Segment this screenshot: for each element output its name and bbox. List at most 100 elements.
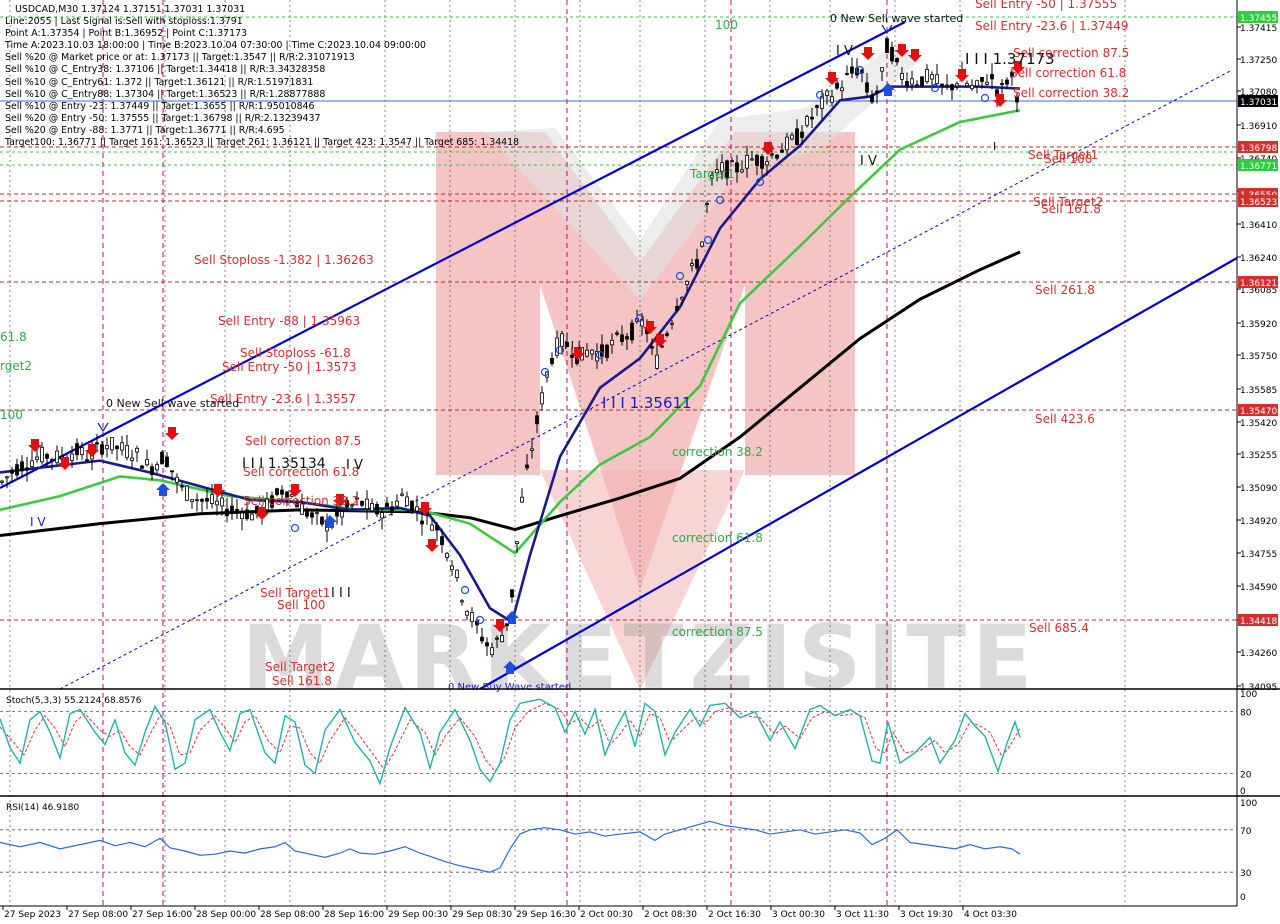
wave-label: 0 New Sell wave started <box>106 397 239 410</box>
candle-body <box>765 161 769 166</box>
candle-body <box>110 437 114 451</box>
candle-body <box>85 459 89 462</box>
candle-body <box>980 76 984 82</box>
candle-body <box>440 536 444 546</box>
candle-body <box>900 73 904 80</box>
candle-body <box>515 541 519 544</box>
candle-body <box>150 466 154 476</box>
candle-body <box>220 497 224 507</box>
sell-level-label: Sell correction 38.2 <box>243 494 359 508</box>
candle-body <box>455 569 459 579</box>
target-level-label: correction 61.8 <box>672 531 763 545</box>
candle-body <box>375 504 379 515</box>
price-tick-label: 1.35920 <box>1240 320 1277 330</box>
candle-body <box>945 84 949 87</box>
price-tick-label: 1.37415 <box>1240 24 1277 34</box>
candle <box>885 37 889 54</box>
candle-body <box>535 415 539 425</box>
info-line: Target100: 1.36771 || Target 161: 1.3652… <box>5 137 520 149</box>
rsi-tick-label: 100 <box>1240 799 1257 809</box>
candle-body <box>410 500 414 511</box>
rsi-label: RSI(14) 46.9180 <box>6 803 79 813</box>
candle-body <box>910 78 914 85</box>
candle-body <box>115 445 119 450</box>
candle-body <box>895 58 899 63</box>
price-tag-label: 1.37031 <box>1240 98 1277 108</box>
time-tick-label: 3 Oct 19:30 <box>900 910 953 920</box>
candle-body <box>185 485 189 501</box>
candle-body <box>215 500 219 506</box>
candle-body <box>785 136 789 151</box>
wave-label-blue: I I I 1.35611 <box>602 394 692 412</box>
candle-body <box>305 511 309 517</box>
candle-body <box>225 508 229 517</box>
candle-body <box>840 87 844 92</box>
candle <box>630 319 634 344</box>
candle-body <box>170 470 174 473</box>
stoch-tick-label: 100 <box>1240 690 1257 700</box>
candle-body <box>95 442 99 445</box>
candle-body <box>235 509 239 511</box>
candle-body <box>880 67 884 72</box>
price-tag-label: 1.34418 <box>1240 617 1277 627</box>
candle-body <box>180 485 184 488</box>
time-tick-label: 27 Sep 2023 <box>4 910 61 920</box>
chart-title: USDCAD,M30 1.37124 1.37151 1.37031 1.370… <box>15 4 246 15</box>
wave-label: 0 New Sell wave started <box>830 12 963 25</box>
sell-level-label: Sell correction 61.8 <box>1010 66 1126 80</box>
candle-body <box>510 589 514 598</box>
candle-body <box>660 345 664 348</box>
time-tick-label: 2 Oct 08:30 <box>644 910 697 920</box>
candle-body <box>570 354 574 358</box>
price-tag-label: 1.36771 <box>1240 162 1277 172</box>
candle-body <box>805 116 809 126</box>
candle-body <box>810 116 814 120</box>
candle-body <box>870 95 874 103</box>
candle-body <box>105 445 109 450</box>
sell-level-label: Sell 161.8 <box>1041 202 1101 216</box>
wave-label: I I I <box>331 586 351 601</box>
candle-body <box>925 69 929 83</box>
candle-body <box>705 203 709 205</box>
candle-body <box>75 443 79 456</box>
candle-body <box>445 552 449 558</box>
candle-body <box>520 496 524 503</box>
time-tick-label: 3 Oct 11:30 <box>836 910 889 920</box>
info-line: Sell %10 @ C_Entry61: 1.372 || Target:1.… <box>5 76 314 88</box>
candle-body <box>245 509 249 520</box>
candle-body <box>935 74 939 84</box>
candle-body <box>1000 83 1004 85</box>
candle-body <box>920 76 924 86</box>
candle-body <box>195 499 199 502</box>
candle-body <box>360 500 364 506</box>
candle-body <box>415 506 419 512</box>
wave-label: I V <box>346 458 363 473</box>
candle-body <box>140 465 144 469</box>
candle-body <box>145 459 149 466</box>
signal-info-panel: USDCAD,M30 1.37124 1.37151 1.37031 1.370… <box>0 0 520 149</box>
candle-body <box>340 511 344 518</box>
info-line: Sell %10 @ C_Entry88: 1.37304 || Target:… <box>5 88 326 100</box>
candle-body <box>875 90 879 93</box>
candle-body <box>905 81 909 86</box>
sell-level-label: Sell correction 87.5 <box>245 434 361 448</box>
candle-body <box>30 460 34 467</box>
candle-body <box>400 493 404 496</box>
candle-body <box>20 461 24 472</box>
sell-level-label: Sell Stoploss -61.8 <box>240 346 351 360</box>
time-tick-label: 2 Oct 00:30 <box>580 910 633 920</box>
candle-body <box>500 635 504 643</box>
info-line: Line:2055 | Last Signal is:Sell with sto… <box>5 16 243 28</box>
candle-body <box>830 96 834 103</box>
candle-body <box>985 81 989 85</box>
target-level-label: 61.8 <box>0 330 27 344</box>
candle-body <box>200 498 204 502</box>
candle-body <box>540 392 544 405</box>
candle-body <box>315 512 319 515</box>
candle-body <box>775 154 779 159</box>
candle-body <box>630 322 634 341</box>
candle-body <box>665 333 669 336</box>
candle <box>185 485 189 502</box>
candle-body <box>625 336 629 340</box>
candle-body <box>320 516 324 525</box>
